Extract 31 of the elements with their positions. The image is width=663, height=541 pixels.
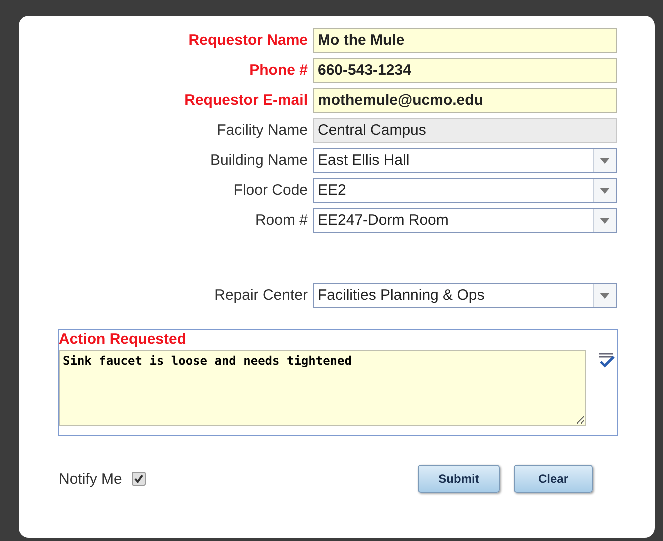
field-label: Building Name <box>209 152 309 169</box>
dropdown-value: Facilities Planning & Ops <box>318 287 486 304</box>
dropdown-value: East Ellis Hall <box>318 152 411 169</box>
caret-icon <box>593 179 616 202</box>
field-label: Floor Code <box>232 182 309 199</box>
dropdown[interactable]: Facilities Planning & Ops <box>313 283 617 308</box>
dropdown[interactable]: East Ellis Hall <box>313 148 617 173</box>
notify-label: Notify Me <box>59 470 122 488</box>
dropdown[interactable]: EE247-Dorm Room <box>313 208 617 233</box>
form-button[interactable]: Clear <box>514 465 593 493</box>
caret-icon <box>593 209 616 232</box>
field-label: Facility Name <box>216 122 309 139</box>
action-label: Action Requested <box>59 330 188 350</box>
input-field[interactable]: mothemule@ucmo.edu <box>313 88 617 113</box>
dropdown-value: EE2 <box>318 182 348 199</box>
field-label: Phone # <box>248 62 309 79</box>
dropdown-value: EE247-Dorm Room <box>318 212 450 229</box>
form-button[interactable]: Submit <box>418 465 500 493</box>
input-field[interactable]: 660-543-1234 <box>313 58 617 83</box>
input-field[interactable]: Central Campus <box>313 118 617 143</box>
caret-icon <box>593 149 616 172</box>
text-area[interactable]: Sink faucet is loose and needs tightened <box>59 350 586 426</box>
checkbox[interactable] <box>132 472 146 486</box>
dropdown[interactable]: EE2 <box>313 178 617 203</box>
field-label: Room # <box>254 212 309 229</box>
field-label: Requestor E-mail <box>184 92 309 109</box>
input-field[interactable]: Mo the Mule <box>313 28 617 53</box>
caret-icon <box>593 284 616 307</box>
field-label: Requestor Name <box>188 32 309 49</box>
spellcheck-icon[interactable] <box>596 352 616 368</box>
field-label: Repair Center <box>214 287 309 304</box>
